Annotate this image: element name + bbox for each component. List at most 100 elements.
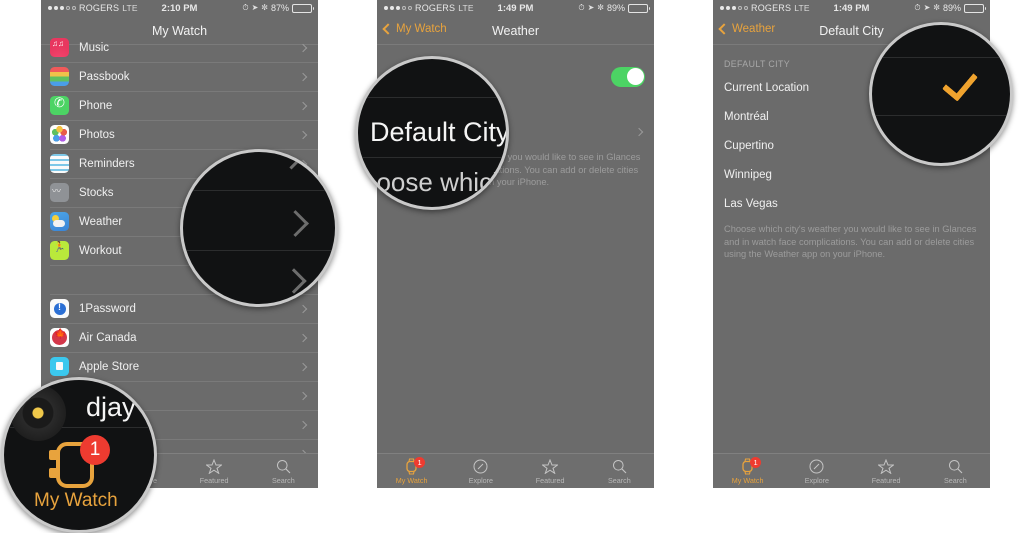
search-icon	[276, 458, 291, 475]
list-item[interactable]: Photos	[41, 120, 318, 149]
location-arrow-icon: ➤	[251, 3, 259, 12]
phone-icon	[50, 96, 69, 115]
applestore-icon	[50, 357, 69, 376]
search-icon	[612, 458, 627, 475]
tab-explore[interactable]: Explore	[446, 454, 515, 488]
page-title: Weather	[491, 24, 539, 38]
battery-icon	[292, 3, 314, 13]
row-separator	[358, 157, 506, 158]
tab-search[interactable]: Search	[585, 454, 654, 488]
location-arrow-icon: ➤	[923, 3, 931, 12]
row-separator	[872, 57, 1010, 58]
music-icon	[50, 38, 69, 57]
tab-label: Featured	[871, 475, 901, 485]
battery-percent: 89%	[942, 3, 961, 13]
magnifier-current-location-checkmark	[869, 22, 1013, 166]
photos-icon	[50, 125, 69, 144]
tab-bar[interactable]: 1 My Watch Explore Featured Search	[713, 453, 990, 488]
magnifier-content: djay 2 1 My Watch	[4, 380, 154, 530]
chevron-right-icon	[298, 130, 308, 139]
watch-band-icon	[49, 468, 59, 478]
list-item[interactable]: Music	[41, 33, 318, 62]
chevron-right-icon	[298, 391, 308, 400]
chevron-right-icon	[298, 420, 308, 429]
tab-label: Explore	[804, 475, 830, 485]
tab-search[interactable]: Search	[249, 454, 318, 488]
compass-icon	[473, 458, 488, 475]
star-icon	[542, 458, 559, 475]
chevron-right-icon	[282, 210, 309, 237]
alarm-icon: ⏱	[578, 3, 585, 12]
magnifier-my-watch-tab: djay 2 1 My Watch	[1, 377, 157, 533]
tab-label: My Watch	[395, 475, 428, 485]
chevron-right-icon	[298, 43, 308, 52]
badge-count: 1	[80, 435, 110, 465]
row-separator	[358, 97, 506, 98]
row-separator	[183, 250, 335, 251]
status-bar-indicators: ⏱ ➤ ✼ 89%	[578, 3, 650, 13]
status-bar: ROGERS LTE 2:10 PM ⏱ ➤ ✼ 87%	[41, 0, 318, 18]
chevron-right-icon	[298, 362, 308, 371]
list-item-label: Phone	[79, 99, 113, 112]
location-arrow-icon: ➤	[587, 3, 595, 12]
tab-my-watch[interactable]: 1 My Watch	[377, 454, 446, 488]
city-label: Winnipeg	[724, 168, 772, 181]
chevron-right-icon	[634, 127, 644, 136]
chevron-right-icon	[298, 304, 308, 313]
list-item-label: Music	[79, 41, 110, 54]
status-bar: ROGERS LTE 1:49 PM ⏱ ➤ ✼ 89%	[713, 0, 990, 18]
tab-featured[interactable]: Featured	[516, 454, 585, 488]
magnifier-content	[872, 25, 1010, 163]
list-item-label: Photos	[79, 128, 115, 141]
djay-app-label: djay 2	[86, 392, 157, 422]
1password-icon	[50, 299, 69, 318]
list-item[interactable]: Phone	[41, 91, 318, 120]
watch-band-icon	[49, 450, 59, 460]
tab-featured[interactable]: Featured	[180, 454, 249, 488]
list-item[interactable]: Air Canada	[41, 323, 318, 352]
footnote-fragment: hoose which	[362, 167, 507, 197]
chevron-right-icon	[298, 333, 308, 342]
tab-label: Search	[943, 475, 967, 485]
star-icon	[878, 458, 895, 475]
alarm-icon: ⏱	[914, 3, 921, 12]
tab-bar[interactable]: 1 My Watch Explore Featured Search	[377, 453, 654, 488]
tab-label: My Watch	[34, 490, 118, 511]
chevron-right-icon	[281, 268, 307, 294]
battery-icon	[628, 3, 650, 13]
tab-explore[interactable]: Explore	[782, 454, 851, 488]
tab-featured[interactable]: Featured	[852, 454, 921, 488]
row-separator	[872, 115, 1010, 116]
magnifier-content: Default City hoose which	[358, 59, 506, 207]
tab-label: Explore	[468, 475, 494, 485]
default-city-label: Default City	[370, 117, 509, 147]
battery-percent: 87%	[270, 3, 289, 13]
tab-search[interactable]: Search	[921, 454, 990, 488]
city-row-las-vegas[interactable]: Las Vegas	[713, 189, 990, 218]
tab-my-watch[interactable]: 1 My Watch	[713, 454, 782, 488]
passbook-icon	[50, 67, 69, 86]
djay-app-icon	[10, 385, 66, 441]
weather-icon	[50, 212, 69, 231]
status-bar-indicators: ⏱ ➤ ✼ 89%	[914, 3, 986, 13]
stocks-icon	[50, 183, 69, 202]
search-icon	[948, 458, 963, 475]
tab-label: Search	[271, 475, 295, 485]
show-in-glances-toggle[interactable]	[611, 66, 645, 87]
list-item-label: Apple Store	[79, 360, 140, 373]
tab-label: My Watch	[731, 475, 764, 485]
chevron-right-icon	[298, 101, 308, 110]
list-item[interactable]: Passbook	[41, 62, 318, 91]
tab-label: Search	[607, 475, 631, 485]
reminders-icon	[50, 154, 69, 173]
battery-percent: 89%	[606, 3, 625, 13]
toggle-knob	[626, 68, 644, 85]
checkmark-icon	[942, 64, 978, 102]
battery-icon	[964, 3, 986, 13]
aircanada-icon	[50, 328, 69, 347]
badge-count: 1	[750, 456, 762, 468]
magnifier-default-city-row: Default City hoose which	[355, 56, 509, 210]
bluetooth-icon: ✼	[597, 3, 604, 12]
bluetooth-icon: ✼	[261, 3, 268, 12]
default-city-footnote: Choose which city's weather you would li…	[724, 224, 977, 260]
